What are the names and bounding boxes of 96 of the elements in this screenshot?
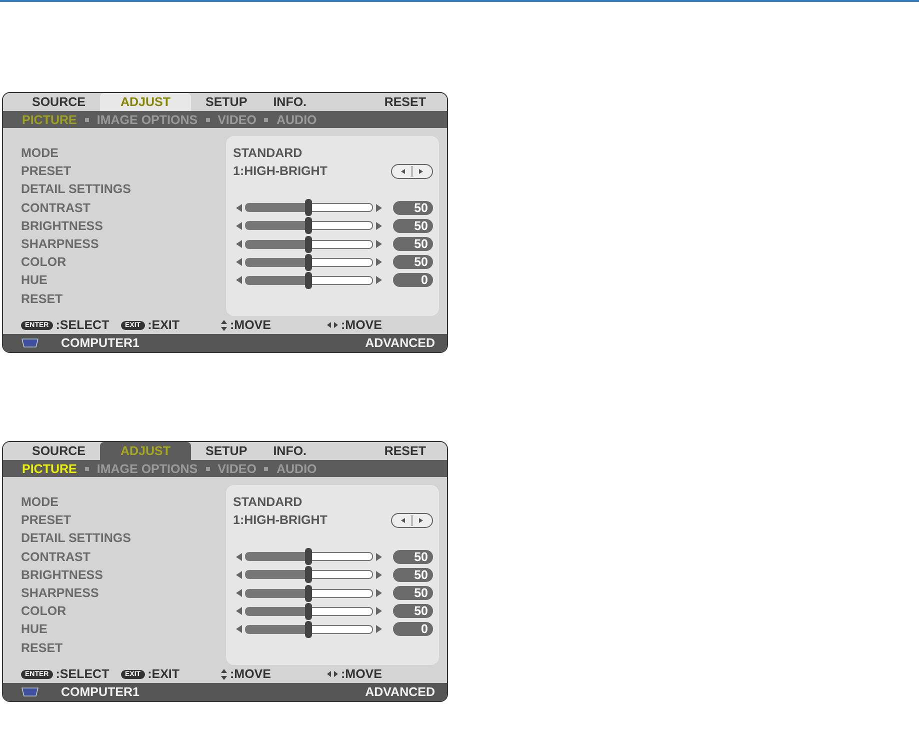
left-arrow-icon: [236, 607, 242, 616]
slider-thumb[interactable]: [305, 272, 312, 289]
left-right-arrows-icon: [327, 322, 338, 328]
setting-label[interactable]: SHARPNESS: [21, 586, 233, 600]
subtab[interactable]: IMAGE OPTIONS: [96, 462, 198, 476]
slider-thumb[interactable]: [305, 602, 312, 620]
hint-text: :SELECT: [56, 318, 110, 332]
left-arrow-icon: [236, 240, 242, 248]
right-arrow-icon: [376, 625, 382, 634]
right-arrow-icon: [376, 204, 382, 212]
setting-label[interactable]: DETAIL SETTINGS: [21, 182, 233, 196]
value-readout: 50: [393, 255, 433, 270]
slider-thumb[interactable]: [305, 236, 312, 253]
setting-label[interactable]: RESET: [21, 292, 233, 306]
value-readout: 50: [393, 237, 433, 252]
slider-thumb[interactable]: [305, 217, 312, 234]
right-arrow-icon: [376, 552, 382, 561]
left-arrow-icon: [236, 552, 242, 561]
hint-text: :SELECT: [56, 667, 110, 681]
up-down-arrows-icon: [221, 668, 227, 680]
value-readout: 0: [393, 622, 433, 636]
subtab[interactable]: VIDEO: [218, 462, 256, 476]
menu-tab[interactable]: ADJUST: [100, 442, 190, 460]
up-down-arrows-icon: [221, 320, 227, 330]
setting-label[interactable]: BRIGHTNESS: [21, 218, 233, 233]
setting-label[interactable]: COLOR: [21, 255, 233, 270]
vga-connector-icon: [21, 338, 39, 348]
slider-thumb[interactable]: [305, 548, 312, 566]
left-right-arrows-icon[interactable]: [391, 164, 433, 179]
slider-thumb[interactable]: [305, 254, 312, 271]
subtab[interactable]: PICTURE: [22, 112, 77, 126]
left-arrow-icon: [236, 589, 242, 598]
menu-tab[interactable]: SOURCE: [21, 93, 96, 111]
setting-value: STANDARD: [233, 495, 302, 510]
slider-thumb[interactable]: [305, 584, 312, 602]
value-readout: 0: [393, 273, 433, 288]
right-arrow-icon: [376, 589, 382, 598]
setting-label[interactable]: COLOR: [21, 604, 233, 618]
subtab[interactable]: IMAGE OPTIONS: [96, 112, 198, 126]
left-right-arrows-icon[interactable]: [391, 512, 433, 528]
setting-label[interactable]: MODE: [21, 495, 233, 510]
input-source: COMPUTER1: [61, 685, 140, 699]
menu-tab[interactable]: INFO.: [262, 93, 318, 111]
setting-label[interactable]: PRESET: [21, 164, 233, 178]
input-source: COMPUTER1: [61, 336, 140, 350]
value-readout: 50: [393, 586, 433, 600]
hint-text: :MOVE: [341, 318, 382, 332]
right-arrow-icon: [376, 276, 382, 284]
menu-tab[interactable]: RESET: [373, 442, 437, 460]
left-arrow-icon: [236, 258, 242, 266]
right-arrow-icon: [376, 607, 382, 616]
slider-thumb[interactable]: [305, 620, 312, 638]
right-arrow-icon: [376, 258, 382, 266]
left-arrow-icon: [236, 222, 242, 230]
menu-tab[interactable]: SOURCE: [21, 442, 96, 460]
hint-text: :MOVE: [230, 318, 271, 332]
subtab[interactable]: VIDEO: [218, 112, 256, 126]
setting-value: 1:HIGH-BRIGHT: [233, 164, 328, 178]
left-arrow-icon: [236, 625, 242, 634]
setting-label[interactable]: HUE: [21, 622, 233, 636]
left-arrow-icon: [236, 204, 242, 212]
slider-thumb[interactable]: [305, 199, 312, 216]
menu-mode: ADVANCED: [365, 685, 435, 699]
subtab[interactable]: PICTURE: [22, 462, 77, 476]
setting-label[interactable]: HUE: [21, 273, 233, 288]
left-arrow-icon: [236, 570, 242, 579]
hint-text: :EXIT: [148, 667, 180, 681]
setting-value: STANDARD: [233, 146, 302, 160]
setting-value: 1:HIGH-BRIGHT: [233, 513, 328, 528]
setting-label[interactable]: DETAIL SETTINGS: [21, 531, 233, 546]
hint-text: :EXIT: [148, 318, 180, 332]
left-arrow-icon: [236, 276, 242, 284]
menu-tab[interactable]: SETUP: [194, 442, 258, 460]
hint-text: :MOVE: [230, 667, 271, 681]
setting-label[interactable]: SHARPNESS: [21, 237, 233, 252]
value-readout: 50: [393, 604, 433, 618]
setting-label[interactable]: RESET: [21, 640, 233, 655]
setting-label[interactable]: CONTRAST: [21, 550, 233, 564]
right-arrow-icon: [376, 570, 382, 579]
setting-label[interactable]: PRESET: [21, 513, 233, 528]
right-arrow-icon: [376, 240, 382, 248]
subtab[interactable]: AUDIO: [276, 462, 317, 476]
menu-mode: ADVANCED: [365, 336, 435, 350]
subtab[interactable]: AUDIO: [276, 112, 317, 126]
menu-tab[interactable]: SETUP: [194, 93, 258, 111]
menu-tab[interactable]: ADJUST: [100, 93, 190, 111]
hint-text: :MOVE: [341, 667, 382, 681]
setting-label[interactable]: BRIGHTNESS: [21, 568, 233, 582]
menu-tab[interactable]: RESET: [373, 93, 437, 111]
right-arrow-icon: [376, 222, 382, 230]
setting-label[interactable]: MODE: [21, 146, 233, 160]
vga-connector-icon: [21, 687, 39, 697]
slider-thumb[interactable]: [305, 566, 312, 584]
menu-tab[interactable]: INFO.: [262, 442, 318, 460]
left-right-arrows-icon: [327, 671, 338, 677]
setting-label[interactable]: CONTRAST: [21, 200, 233, 215]
